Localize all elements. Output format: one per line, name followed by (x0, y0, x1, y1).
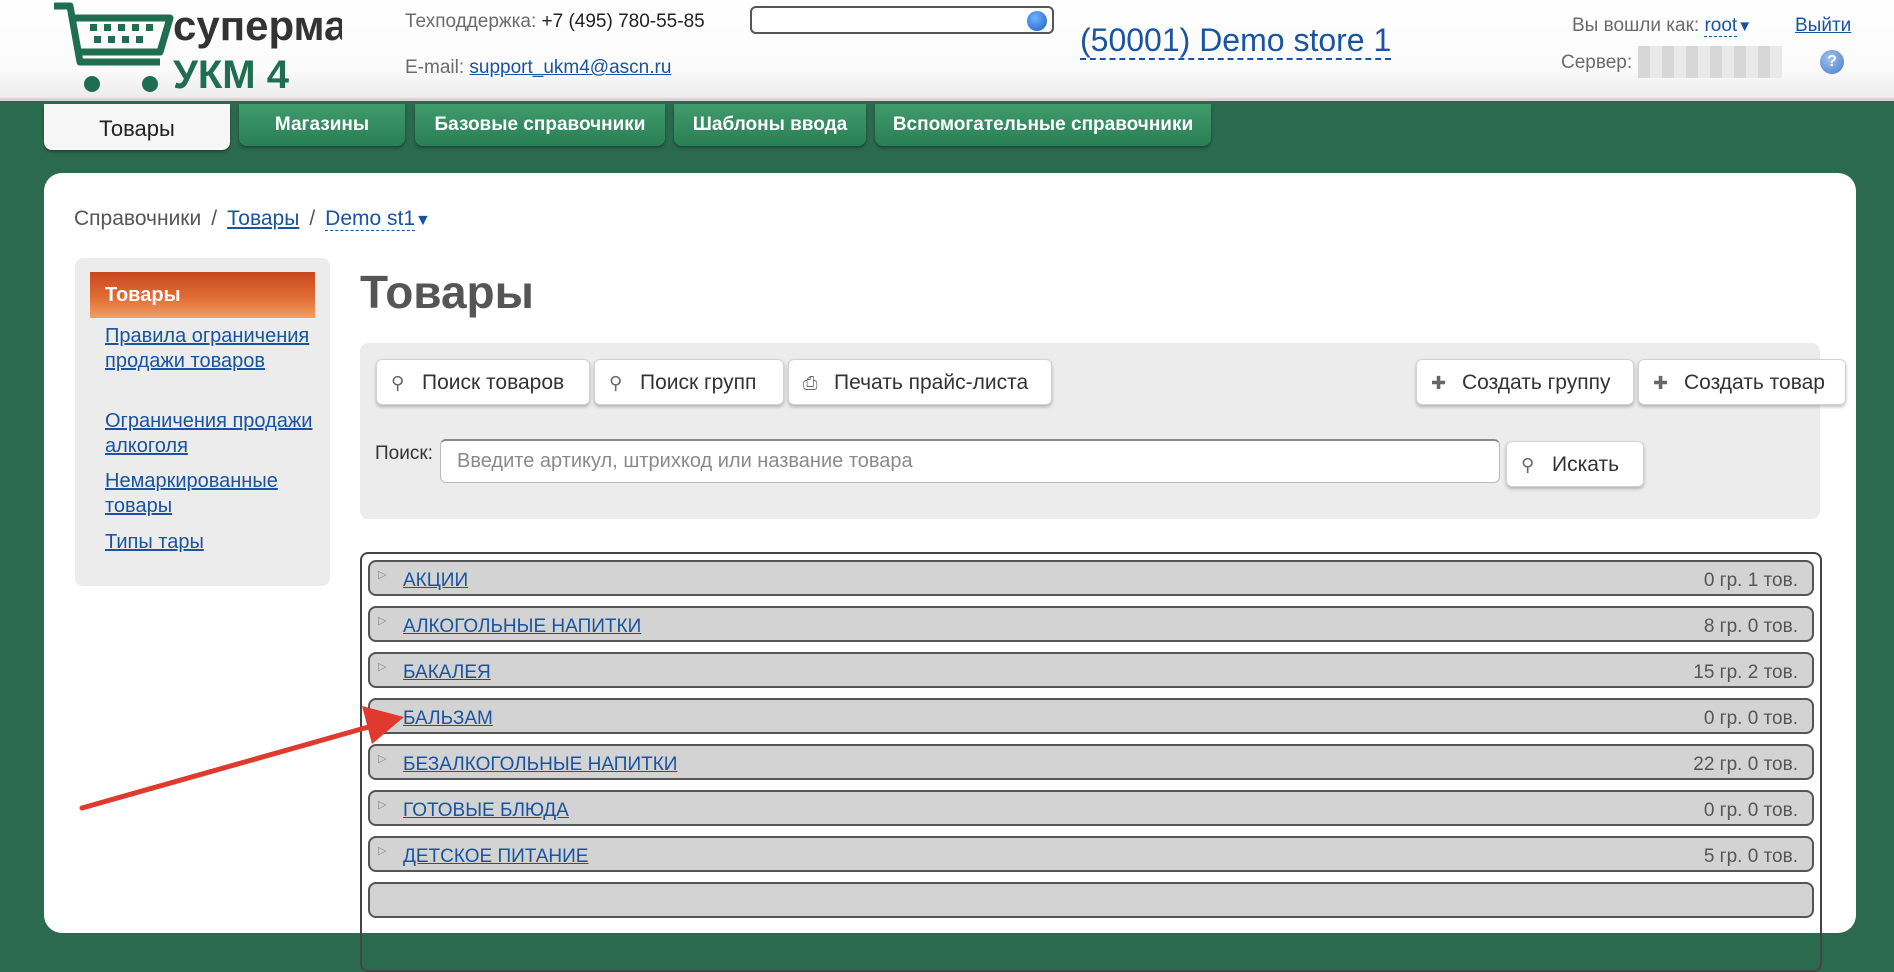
caret-down-icon[interactable]: ▼ (415, 212, 431, 229)
group-count: 5 гр. 0 тов. (1703, 846, 1798, 867)
content-card: Справочники / Товары / Demo st1▼ Товары Прав… (44, 173, 1856, 972)
tab-goods[interactable]: Товары (44, 104, 230, 150)
printer-icon: ⎙ (803, 373, 818, 393)
plus-icon: ✚ (1431, 373, 1447, 393)
print-price-list-label: Печать прайс-листа (834, 371, 1029, 394)
expand-triangle-icon[interactable]: ▷ (378, 660, 386, 673)
tab-auxiliary-references[interactable]: Вспомогательные справочники (875, 104, 1211, 146)
search-groups-label: Поиск групп (640, 371, 757, 394)
sidebar-link-container-types[interactable]: Типы тары (105, 530, 315, 555)
group-count: 22 гр. 0 тов. (1693, 754, 1798, 775)
caret-down-icon[interactable]: ▼ (1737, 18, 1752, 35)
breadcrumb-goods-link[interactable]: Товары (227, 207, 299, 230)
group-list: ▷ АКЦИИ 0 гр. 1 тов. ▷ АЛКОГОЛЬНЫЕ НАПИТ… (360, 552, 1822, 972)
breadcrumb-root: Справочники (74, 207, 202, 230)
email-line: E-mail: support_ukm4@ascn.ru (405, 57, 671, 79)
goods-search-input[interactable] (440, 439, 1500, 483)
group-row[interactable] (368, 882, 1814, 918)
group-row[interactable]: БАЛЬЗАМ 0 гр. 0 тов. (368, 698, 1814, 734)
help-icon[interactable]: ? (1820, 50, 1844, 74)
cart-icon (54, 2, 174, 66)
support-email-link[interactable]: support_ukm4@ascn.ru (469, 57, 671, 78)
sidebar-link-unmarked-goods[interactable]: Немаркированные товары (105, 469, 315, 519)
search-goods-label: Поиск товаров (422, 371, 565, 394)
group-row[interactable]: ▷ БЕЗАЛКОГОЛЬНЫЕ НАПИТКИ 22 гр. 0 тов. (368, 744, 1814, 780)
search-submit-button[interactable]: ⚲ Искать (1506, 441, 1644, 487)
create-goods-label: Создать товар (1684, 371, 1825, 394)
create-goods-button[interactable]: ✚ Создать товар (1638, 359, 1846, 405)
tab-input-templates[interactable]: Шаблоны ввода (674, 104, 866, 146)
login-label: Вы вошли как: (1572, 15, 1700, 36)
tab-base-references[interactable]: Базовые справочники (415, 104, 665, 146)
print-price-list-button[interactable]: ⎙ Печать прайс-листа (788, 359, 1052, 405)
search-icon: ⚲ (391, 373, 405, 393)
group-count: 8 гр. 0 тов. (1703, 616, 1798, 637)
header-bar: супермаг УКМ 4 Техподдержка: +7 (495) 78… (0, 0, 1894, 101)
search-icon: ⚲ (609, 373, 623, 393)
sidebar: Товары Правила ограничения продажи товар… (75, 258, 330, 586)
group-row[interactable]: ▷ ГОТОВЫЕ БЛЮДА 0 гр. 0 тов. (368, 790, 1814, 826)
expand-triangle-icon[interactable]: ▷ (378, 798, 386, 811)
search-icon[interactable] (1027, 11, 1047, 31)
breadcrumb: Справочники / Товары / Demo st1▼ (74, 207, 431, 231)
group-row[interactable]: ▷ БАКАЛЕЯ 15 гр. 2 тов. (368, 652, 1814, 688)
group-name-link[interactable]: ГОТОВЫЕ БЛЮДА (403, 800, 569, 822)
group-name-link[interactable]: ДЕТСКОЕ ПИТАНИЕ (403, 846, 588, 868)
header-search-input[interactable] (750, 6, 1054, 34)
tab-stores[interactable]: Магазины (239, 104, 405, 146)
sidebar-link-sale-restrictions[interactable]: Правила ограничения продажи товаров (105, 324, 315, 374)
group-name-link[interactable]: АКЦИИ (403, 570, 468, 592)
user-menu[interactable]: root (1704, 15, 1738, 37)
support-line: Техподдержка: +7 (495) 780-55-85 (405, 11, 705, 33)
sidebar-item-goods[interactable]: Товары (90, 272, 315, 318)
expand-triangle-icon[interactable]: ▷ (378, 614, 386, 627)
create-group-button[interactable]: ✚ Создать группу (1416, 359, 1634, 405)
group-count: 15 гр. 2 тов. (1693, 662, 1798, 683)
group-name-link[interactable]: БЕЗАЛКОГОЛЬНЫЕ НАПИТКИ (403, 754, 677, 776)
email-label: E-mail: (405, 57, 465, 78)
login-info: Вы вошли как: root▼ (1572, 15, 1752, 37)
breadcrumb-separator: / (211, 207, 218, 230)
expand-triangle-icon[interactable]: ▷ (378, 752, 386, 765)
breadcrumb-store-selector[interactable]: Demo st1 (325, 207, 416, 231)
group-count: 0 гр. 0 тов. (1703, 708, 1798, 729)
group-count: 0 гр. 1 тов. (1703, 570, 1798, 591)
store-selector[interactable]: (50001) Demo store 1 (1080, 22, 1392, 60)
group-name-link[interactable]: БАЛЬЗАМ (403, 708, 493, 730)
sidebar-link-alcohol-restrictions[interactable]: Ограничения продажи алкоголя (105, 409, 315, 459)
search-goods-button[interactable]: ⚲ Поиск товаров (376, 359, 590, 405)
group-name-link[interactable]: АЛКОГОЛЬНЫЕ НАПИТКИ (403, 616, 641, 638)
page-title: Товары (360, 266, 534, 318)
server-label: Сервер: (1561, 52, 1633, 73)
create-group-label: Создать группу (1462, 371, 1611, 394)
logo-text-line1: супермаг (173, 2, 342, 49)
group-count: 0 гр. 0 тов. (1703, 800, 1798, 821)
support-phone: +7 (495) 780-55-85 (541, 11, 705, 32)
logout-link[interactable]: Выйти (1795, 15, 1851, 37)
expand-triangle-icon[interactable]: ▷ (378, 568, 386, 581)
group-row[interactable]: ▷ АКЦИИ 0 гр. 1 тов. (368, 560, 1814, 596)
breadcrumb-separator: / (309, 207, 316, 230)
search-groups-button[interactable]: ⚲ Поиск групп (594, 359, 784, 405)
server-value-redacted (1638, 46, 1782, 78)
group-row[interactable]: ▷ АЛКОГОЛЬНЫЕ НАПИТКИ 8 гр. 0 тов. (368, 606, 1814, 642)
logo-text-line2: УКМ 4 (173, 53, 290, 97)
toolbar-panel: ⚲ Поиск товаров ⚲ Поиск групп ⎙ Печать п… (360, 343, 1846, 519)
logo[interactable]: супермаг УКМ 4 (52, 0, 342, 98)
group-row[interactable]: ▷ ДЕТСКОЕ ПИТАНИЕ 5 гр. 0 тов. (368, 836, 1814, 872)
search-submit-label: Искать (1552, 453, 1620, 476)
group-name-link[interactable]: БАКАЛЕЯ (403, 662, 491, 684)
support-label: Техподдержка: (405, 11, 537, 32)
search-icon: ⚲ (1521, 455, 1535, 475)
search-label: Поиск: (375, 443, 433, 464)
expand-triangle-icon[interactable]: ▷ (378, 844, 386, 857)
plus-icon: ✚ (1653, 373, 1669, 393)
